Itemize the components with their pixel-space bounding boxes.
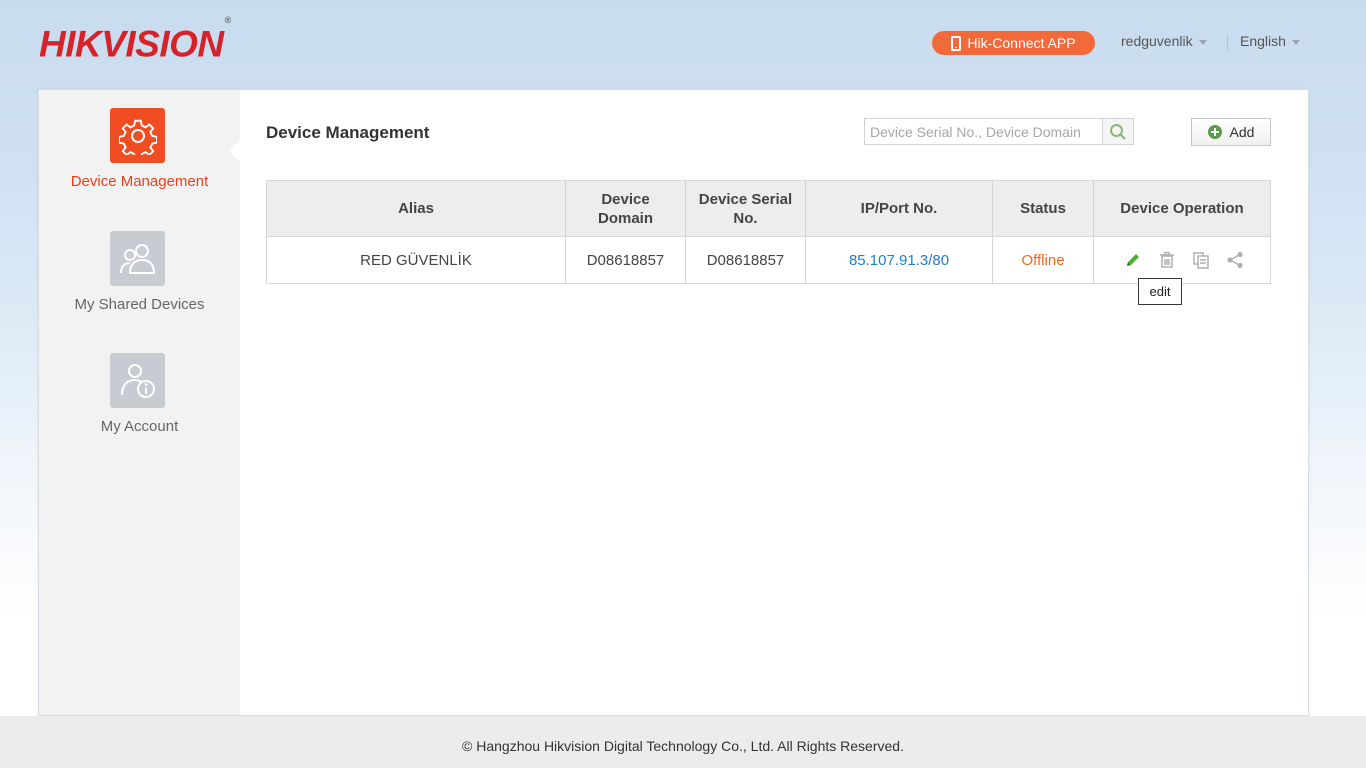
main-panel: Device Management My Shared Devices My A… (38, 89, 1309, 716)
sidebar-item-label: My Account (100, 418, 179, 435)
column-header-device-domain: Device Domain (565, 180, 686, 237)
language-menu[interactable]: English (1240, 33, 1300, 49)
table-header-row: Alias Device Domain Device Serial No. IP… (266, 180, 1271, 237)
content-area: Device Management Add Alias Device Doma (240, 90, 1308, 715)
hikvision-logo: HIKVISION® (39, 15, 232, 66)
cell-ip-port: 85.107.91.3/80 (805, 236, 993, 284)
active-pointer (229, 140, 240, 162)
column-header-status: Status (992, 180, 1094, 237)
page-title: Device Management (266, 123, 430, 142)
users-icon (110, 231, 165, 286)
logo-text: HIKVISION (39, 23, 224, 65)
plus-icon (1207, 125, 1222, 139)
cell-status: Offline (992, 236, 1094, 284)
chevron-down-icon (1198, 39, 1207, 45)
column-header-device-operation: Device Operation (1093, 180, 1271, 237)
status-badge: Offline (1021, 251, 1065, 269)
cell-device-serial: D08618857 (685, 236, 806, 284)
copy-icon[interactable] (1192, 251, 1210, 269)
phone-icon (951, 35, 962, 51)
sidebar: Device Management My Shared Devices My A… (39, 90, 240, 715)
account-info-icon (110, 353, 165, 408)
edit-icon[interactable] (1124, 251, 1142, 269)
sidebar-item-label: Device Management (70, 173, 209, 190)
ip-port-link[interactable]: 85.107.91.3/80 (849, 252, 949, 269)
hik-connect-app-label: Hik-Connect APP (967, 35, 1076, 51)
cell-device-domain: D08618857 (565, 236, 686, 284)
sidebar-item-my-shared-devices[interactable]: My Shared Devices (39, 213, 240, 335)
table-row: RED GÜVENLİK D08618857 D08618857 85.107.… (266, 236, 1271, 284)
copyright-text: © Hangzhou Hikvision Digital Technology … (462, 738, 904, 754)
search-input[interactable] (865, 119, 1103, 144)
sidebar-item-device-management[interactable]: Device Management (39, 90, 240, 212)
column-header-device-serial: Device Serial No. (685, 180, 806, 237)
search-icon (1110, 123, 1126, 140)
delete-icon[interactable] (1158, 251, 1176, 269)
search-button[interactable] (1102, 119, 1133, 144)
gear-icon (110, 108, 165, 163)
add-device-label: Add (1229, 124, 1255, 140)
column-header-ip-port: IP/Port No. (805, 180, 993, 237)
sidebar-item-my-account[interactable]: My Account (39, 335, 240, 457)
language-label: English (1240, 33, 1286, 49)
sidebar-item-label: My Shared Devices (74, 296, 205, 313)
registered-mark: ® (224, 15, 232, 25)
cell-alias: RED GÜVENLİK (266, 236, 566, 284)
footer: © Hangzhou Hikvision Digital Technology … (0, 716, 1366, 768)
cell-device-operation (1093, 236, 1271, 284)
search-box (864, 118, 1134, 145)
device-table: Alias Device Domain Device Serial No. IP… (266, 180, 1271, 284)
edit-tooltip: edit (1138, 278, 1182, 305)
username-label: redguvenlik (1121, 33, 1193, 49)
add-device-button[interactable]: Add (1191, 118, 1271, 146)
header-divider (1227, 35, 1228, 51)
share-icon[interactable] (1226, 251, 1244, 269)
user-menu[interactable]: redguvenlik (1121, 33, 1207, 49)
hik-connect-app-button[interactable]: Hik-Connect APP (932, 31, 1095, 55)
column-header-alias: Alias (266, 180, 566, 237)
chevron-down-icon (1291, 39, 1300, 45)
